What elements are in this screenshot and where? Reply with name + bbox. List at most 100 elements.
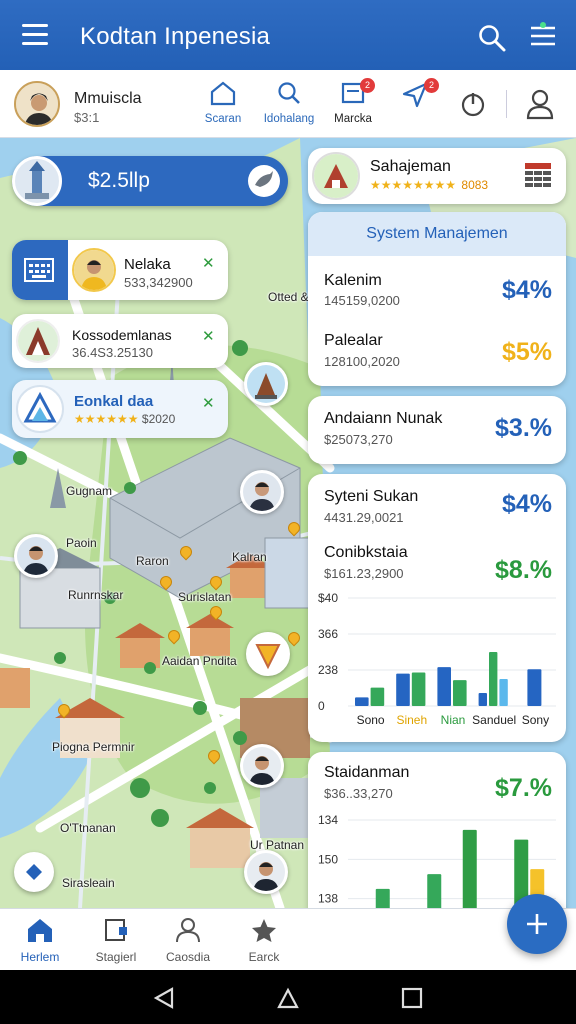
y-tick-label: 366 xyxy=(318,627,338,641)
temple-thumbnail xyxy=(16,385,64,433)
map-label: Surislatan xyxy=(178,590,232,604)
power-icon[interactable] xyxy=(459,90,487,118)
nav-label: Herlem xyxy=(20,950,60,964)
x-tick-label: Sony xyxy=(522,713,549,727)
star-icon xyxy=(252,919,276,942)
keyboard-icon xyxy=(24,258,54,282)
andaian-card[interactable]: Andaiann Nunak $25073,270 $3.% xyxy=(308,396,566,464)
row-percentage: $3.% xyxy=(495,414,552,442)
row-value: $36..33,270 xyxy=(324,786,393,801)
row-title: Andaiann Nunak xyxy=(324,410,443,427)
home-icon xyxy=(28,919,52,942)
sukan-chart-card[interactable]: Syteni Sukan 4431.29,0021 $4% Conibkstai… xyxy=(308,474,566,742)
bottom-navigation: Herlem Stagierl Caosdia Earck xyxy=(0,908,576,970)
person-map-marker[interactable] xyxy=(240,470,284,514)
map-label: Runrnskar xyxy=(68,588,124,602)
back-icon[interactable] xyxy=(152,986,176,1010)
bar xyxy=(527,669,542,706)
search-action[interactable]: Idohalang xyxy=(254,80,324,125)
bar xyxy=(478,693,487,706)
home-circle-icon[interactable] xyxy=(276,986,300,1010)
profile-icon[interactable] xyxy=(525,88,555,120)
bar xyxy=(396,673,410,706)
nav-earck[interactable]: Earck xyxy=(224,917,304,964)
nav-label: Caosdia xyxy=(165,950,211,964)
row-value: $161.23,2900 xyxy=(324,566,404,581)
person-map-marker[interactable] xyxy=(244,850,288,894)
rating-stars: ★★★★★★ xyxy=(74,412,139,426)
person-map-marker[interactable] xyxy=(14,534,58,578)
location-value: 36.4S3.25130 xyxy=(72,345,153,360)
action-label: Idohalang xyxy=(263,113,315,125)
search-icon[interactable] xyxy=(478,24,506,52)
locate-me-button[interactable] xyxy=(14,852,54,892)
bar xyxy=(355,697,369,706)
row-percentage: $5% xyxy=(501,338,552,366)
balance-value: $2.5llp xyxy=(88,169,150,192)
map-label: Kalran xyxy=(232,550,267,564)
close-icon[interactable]: ✕ xyxy=(202,327,215,345)
map-label: Sirasleain xyxy=(62,876,115,890)
location-diamond-icon xyxy=(26,864,42,880)
filter-list-icon[interactable] xyxy=(530,22,556,50)
location-avatar xyxy=(72,248,116,292)
table-grid-icon[interactable] xyxy=(524,162,552,188)
featured-thumbnail xyxy=(312,152,360,200)
person-icon xyxy=(176,918,200,943)
navigate-action[interactable]: 2 xyxy=(380,78,450,115)
bird-icon[interactable] xyxy=(248,165,280,197)
x-tick-label: Sono xyxy=(357,713,385,727)
map-label: Paoin xyxy=(66,536,97,550)
user-name: Mmuiscla xyxy=(74,90,142,107)
x-tick-label: Nian xyxy=(441,713,466,727)
system-management-card[interactable]: System Manajemen Kalenim 145159,0200 $4%… xyxy=(308,212,566,386)
nav-label: Earck xyxy=(248,950,280,964)
balance-pill[interactable]: $2.5llp xyxy=(12,156,288,206)
bar xyxy=(437,667,451,706)
nav-caosdia[interactable]: Caosdia xyxy=(148,917,228,964)
y-tick-label: 138 xyxy=(318,892,338,906)
featured-name: Sahajeman xyxy=(370,158,451,175)
user-avatar[interactable] xyxy=(14,81,60,127)
search-icon xyxy=(278,82,300,104)
add-button[interactable] xyxy=(507,894,567,954)
system-navigation-bar xyxy=(0,970,576,1024)
nav-label: Stagierl xyxy=(95,950,137,964)
person-map-marker[interactable] xyxy=(240,744,284,788)
map-label: Piogna Permnir xyxy=(52,740,135,754)
app-bar: Kodtan Inpenesia xyxy=(0,0,576,70)
place-map-marker[interactable] xyxy=(246,632,290,676)
location-name: Nelaka xyxy=(124,256,171,273)
hamburger-menu-icon[interactable] xyxy=(22,24,48,46)
featured-card[interactable]: Sahajeman ★★★★★★★★ 8083 xyxy=(308,148,566,204)
location-name: Kossodemlanas xyxy=(72,327,172,343)
notification-badge: 2 xyxy=(424,78,439,93)
plus-icon xyxy=(527,914,547,934)
location-card[interactable]: Nelaka 533,342900 ✕ xyxy=(12,240,228,300)
y-tick-label: 238 xyxy=(318,663,338,677)
nav-stagierl[interactable]: Stagierl xyxy=(76,917,156,964)
card-header: System Manajemen xyxy=(308,212,566,256)
close-icon[interactable]: ✕ xyxy=(202,394,215,412)
nav-home[interactable]: Herlem xyxy=(0,917,80,964)
user-balance: $3:1 xyxy=(74,110,100,125)
location-card[interactable]: Eonkal daa ★★★★★★ $2020 ✕ xyxy=(12,380,228,438)
x-tick-label: Sineh xyxy=(396,713,427,727)
marker-action[interactable]: 2 Marcka xyxy=(318,78,388,125)
row-value: 128100,2020 xyxy=(324,354,400,369)
document-icon xyxy=(105,919,127,941)
bar xyxy=(411,672,426,706)
map-label: O'Ttnanan xyxy=(60,821,116,835)
home-action[interactable]: Scaran xyxy=(188,80,258,125)
landmark-map-marker[interactable] xyxy=(244,362,288,406)
y-tick-label: $40 xyxy=(318,592,338,605)
close-icon[interactable]: ✕ xyxy=(202,254,215,272)
row-title: Palealar xyxy=(324,332,383,349)
recent-apps-icon[interactable] xyxy=(400,986,424,1010)
location-card[interactable]: Kossodemlanas 36.4S3.25130 ✕ xyxy=(12,314,228,368)
row-title: Staidanman xyxy=(324,764,410,781)
calendar-icon-tab xyxy=(12,240,68,300)
row-title: Syteni Sukan xyxy=(324,488,419,505)
location-value: $2020 xyxy=(141,412,176,426)
row-value: $25073,270 xyxy=(324,432,393,447)
